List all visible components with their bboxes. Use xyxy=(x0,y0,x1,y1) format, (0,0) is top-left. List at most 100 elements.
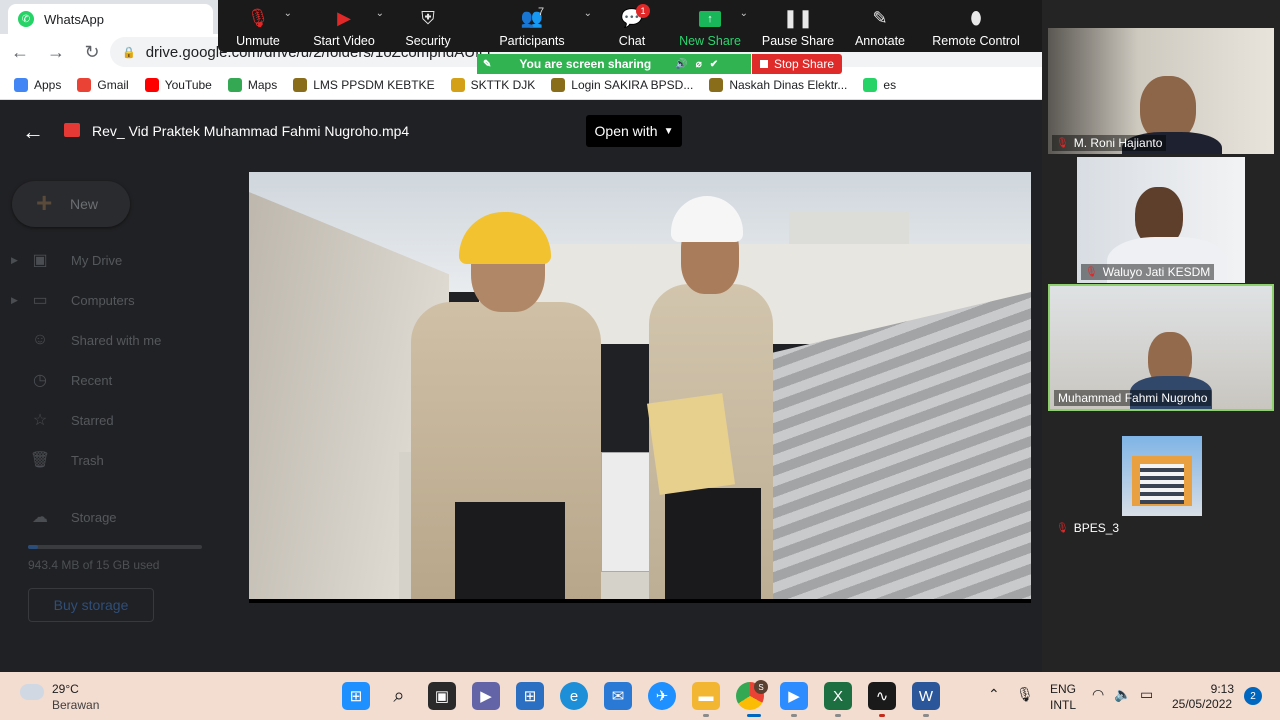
bookmark-icon xyxy=(144,77,159,92)
wifi-icon[interactable]: ◠ xyxy=(1092,686,1104,703)
zoom-icon[interactable]: ▶ xyxy=(780,682,808,710)
sidebar-item[interactable]: ▶ ▣ My Drive xyxy=(0,245,230,275)
chat-badge: 1 xyxy=(636,4,650,18)
bookmark-label: YouTube xyxy=(164,77,212,92)
worker-left-pants xyxy=(455,502,565,599)
toolbar-label: Pause Share xyxy=(761,34,835,48)
new-share-button[interactable]: ↑ New Share ⌄ xyxy=(666,0,754,52)
shield-icon: ⛨ xyxy=(421,8,435,28)
sidebar-item[interactable]: ◷ Recent xyxy=(0,365,230,395)
back-icon[interactable]: ← xyxy=(4,36,36,68)
zoom-toolbar: 🎙 Unmute ⌄ ▶ Start Video ⌄ ⛨ Security 👥 Participa… xyxy=(218,0,1102,52)
windows-start-icon[interactable]: ⊞ xyxy=(342,682,370,710)
bookmark-item[interactable]: Naskah Dinas Elektr... xyxy=(709,77,847,92)
mic-muted-icon: ⌀ xyxy=(695,58,702,70)
start-video-button[interactable]: ▶ Start Video ⌄ xyxy=(298,0,390,52)
worker-right-pants xyxy=(665,488,761,599)
forward-icon[interactable]: → xyxy=(40,36,72,68)
pause-share-button[interactable]: ❚❚ Pause Share xyxy=(754,0,842,52)
star-icon: ☆ xyxy=(32,412,48,429)
participant-tile-active-speaker[interactable]: Muhammad Fahmi Nugroho xyxy=(1048,284,1274,411)
building-windows xyxy=(1140,464,1184,504)
sidebar-item[interactable]: ☆ Starred xyxy=(0,405,230,435)
taskbar: 29°C Berawan ⊞ ⌕ ▣ ▶ ⊞ e ✉ ✈ ▬ S ▶ X ∿ W… xyxy=(0,672,1280,720)
participants-button[interactable]: 👥 Participants ⌄ 7 xyxy=(466,0,598,52)
share-icon: ↑ xyxy=(699,11,721,27)
temperature[interactable]: 29°C xyxy=(52,682,79,696)
screen-sharing-bar[interactable]: ✎ You are screen sharing 🔊 ⌀ ✔ xyxy=(477,54,751,74)
bookmark-label: Apps xyxy=(34,77,62,92)
mic-off-icon: 🎙 xyxy=(1056,522,1069,534)
bookmark-item[interactable]: YouTube xyxy=(144,77,212,92)
mail-icon[interactable]: ✉ xyxy=(604,682,632,710)
chat-button[interactable]: 💬 Chat 1 xyxy=(598,0,666,52)
remote-control-button[interactable]: ⬮ Remote Control xyxy=(918,0,1034,52)
sidebar-item-label: Shared with me xyxy=(71,332,162,348)
chevron-down-icon[interactable]: ⌄ xyxy=(284,8,292,19)
bookmark-label: LMS PPSDM KEBTKE xyxy=(313,77,435,92)
file-title: Rev_ Vid Praktek Muhammad Fahmi Nugroho.… xyxy=(92,123,410,139)
app-icon[interactable]: ✈ xyxy=(648,682,676,710)
bookmark-item[interactable]: es xyxy=(863,77,896,92)
participant-count: 7 xyxy=(538,6,545,18)
participant-tile[interactable]: 🎙 Waluyo Jati KESDM xyxy=(1077,157,1245,283)
speaker-icon[interactable]: 🔈 xyxy=(1114,686,1131,703)
chevron-up-icon[interactable]: ⌃ xyxy=(988,686,1000,703)
chevron-down-icon[interactable]: ⌄ xyxy=(740,8,748,19)
bookmark-item[interactable]: LMS PPSDM KEBTKE xyxy=(293,77,435,92)
expand-caret-icon[interactable]: ▶ xyxy=(11,295,18,306)
mic-off-icon: 🎙 xyxy=(246,8,270,28)
toolbar-label: Remote Control xyxy=(932,34,1020,48)
clock[interactable]: 9:13 xyxy=(1200,681,1234,697)
cloud-weather-icon[interactable] xyxy=(20,684,44,700)
toolbar-label: Security xyxy=(405,34,451,48)
cloud-icon: ☁ xyxy=(32,509,48,526)
back-arrow-icon[interactable]: ← xyxy=(22,119,44,145)
chevron-down-icon[interactable]: ⌄ xyxy=(584,8,592,19)
chevron-down-icon[interactable]: ⌄ xyxy=(376,8,384,19)
expand-caret-icon[interactable]: ▶ xyxy=(11,255,18,266)
video-player[interactable] xyxy=(249,172,1031,603)
participant-label: 🎙 M. Roni Hajianto xyxy=(1052,135,1167,151)
running-indicator xyxy=(835,714,841,717)
sidebar-item[interactable]: ☺ Shared with me xyxy=(0,325,230,355)
audio-app-icon[interactable]: ∿ xyxy=(868,682,896,710)
sidebar-item[interactable]: ▶ ▭ Computers xyxy=(0,285,230,315)
file-explorer-icon[interactable]: ▬ xyxy=(692,682,720,710)
unmute-button[interactable]: 🎙 Unmute ⌄ xyxy=(218,0,298,52)
battery-icon[interactable]: ▭ xyxy=(1140,686,1153,703)
participant-tile[interactable]: 🎙 M. Roni Hajianto xyxy=(1048,28,1274,154)
bookmark-item[interactable]: Login SAKIRA BPSD... xyxy=(551,77,693,92)
bookmark-item[interactable]: SKTTK DJK xyxy=(450,77,535,92)
language-indicator[interactable]: ENG INTL xyxy=(1050,681,1076,713)
weather-desc[interactable]: Berawan xyxy=(52,698,99,712)
new-button[interactable]: + New xyxy=(12,181,130,227)
task-view-icon[interactable]: ▣ xyxy=(428,682,456,710)
bookmark-item[interactable]: Maps xyxy=(227,77,277,92)
sidebar-item[interactable]: ☁ Storage xyxy=(0,502,230,532)
security-button[interactable]: ⛨ Security xyxy=(390,0,466,52)
search-icon[interactable]: ⌕ xyxy=(385,682,413,710)
teams-chat-icon[interactable]: ▶ xyxy=(472,682,500,710)
annotate-button[interactable]: ✎ Annotate xyxy=(842,0,918,52)
notification-badge[interactable]: 2 xyxy=(1244,687,1262,705)
bookmark-item[interactable]: Apps xyxy=(14,77,62,92)
edge-icon[interactable]: e xyxy=(560,682,588,710)
open-with-button[interactable]: Open with ▼ xyxy=(586,115,682,147)
participant-label: 🎙 Waluyo Jati KESDM xyxy=(1081,264,1215,280)
toolbar-label: Participants xyxy=(499,34,565,48)
bookmark-item[interactable]: Gmail xyxy=(77,77,129,92)
browser-tab-whatsapp[interactable]: ✆ WhatsApp xyxy=(8,4,213,34)
reload-icon[interactable]: ↻ xyxy=(76,36,108,68)
buy-storage-button[interactable]: Buy storage xyxy=(28,588,154,622)
store-icon[interactable]: ⊞ xyxy=(516,682,544,710)
active-indicator xyxy=(747,714,761,717)
word-icon[interactable]: W xyxy=(912,682,940,710)
date[interactable]: 25/05/2022 xyxy=(1172,697,1232,711)
sidebar-item[interactable]: 🗑 Trash xyxy=(0,445,230,475)
running-indicator xyxy=(703,714,709,717)
participant-label: 🎙 BPES_3 xyxy=(1052,520,1123,536)
stop-share-button[interactable]: Stop Share xyxy=(752,54,842,74)
excel-icon[interactable]: X xyxy=(824,682,852,710)
microphone-icon[interactable]: 🎙 xyxy=(1016,686,1034,703)
